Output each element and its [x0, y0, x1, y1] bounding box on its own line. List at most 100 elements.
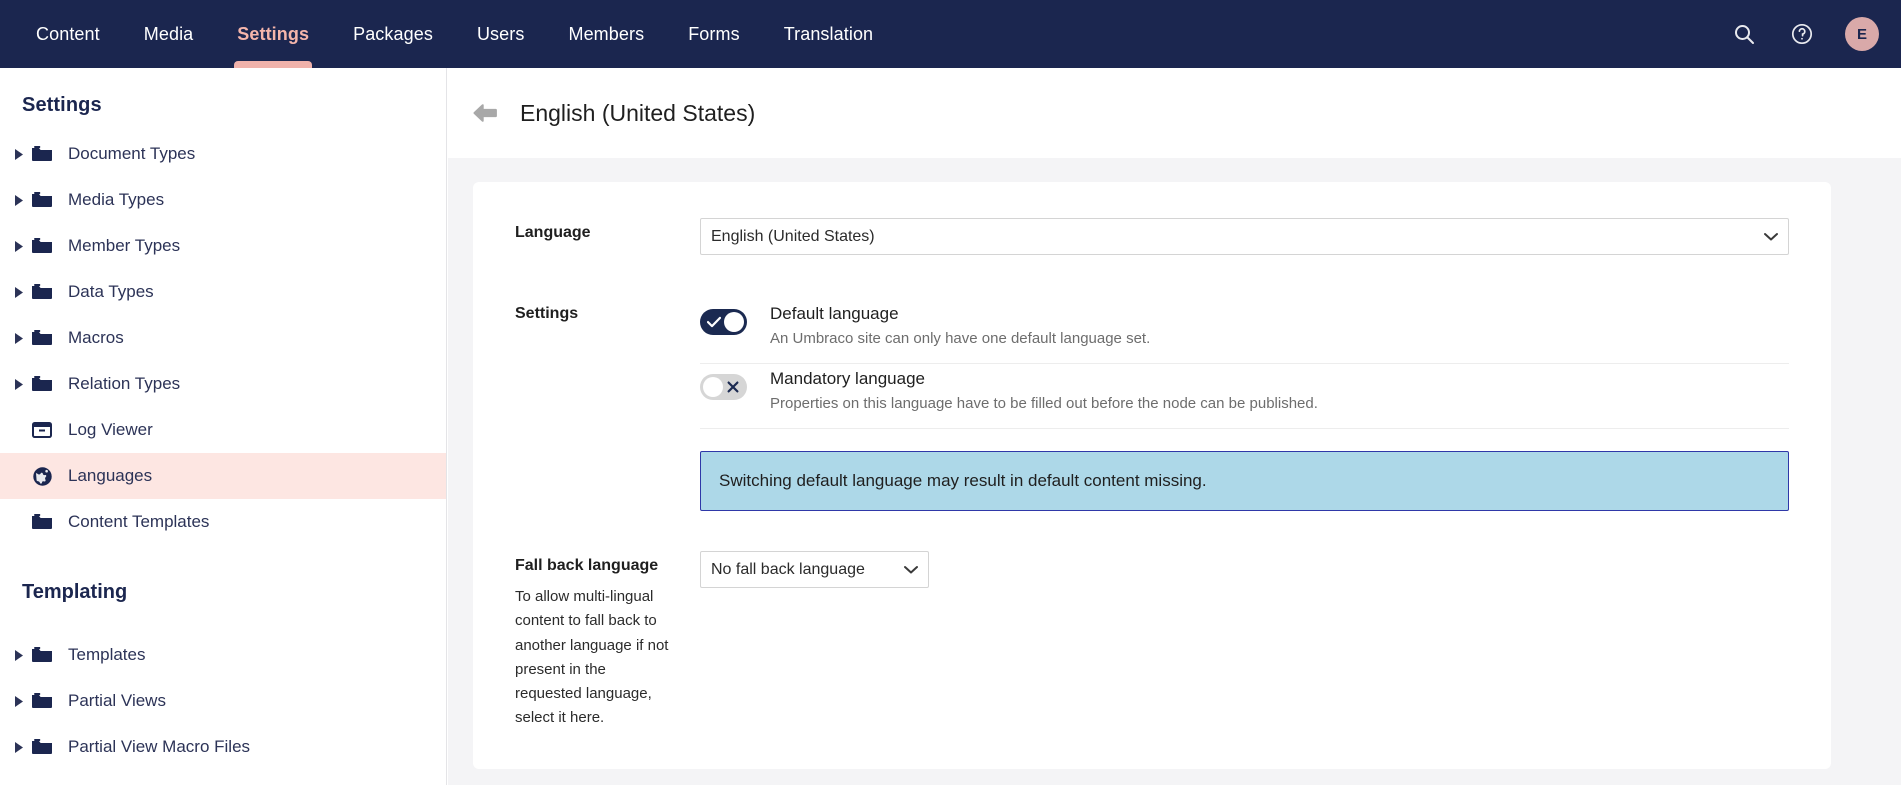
folder-icon — [28, 738, 56, 756]
settings-label-col: Settings — [515, 299, 700, 323]
chevron-right-icon[interactable] — [10, 148, 28, 160]
sidebar-item-templates[interactable]: Templates — [0, 632, 446, 678]
chevron-right-icon[interactable] — [10, 286, 28, 298]
top-navigation-bar: Content Media Settings Packages Users Me… — [0, 0, 1901, 68]
chevron-right-icon[interactable] — [10, 332, 28, 344]
sidebar-item-log-viewer[interactable]: Log Viewer — [0, 407, 446, 453]
nav-item-users[interactable]: Users — [455, 0, 547, 68]
back-arrow-icon[interactable] — [472, 103, 498, 123]
settings-row: Settings Default language An Umbraco sit… — [515, 299, 1789, 511]
mandatory-language-title: Mandatory language — [770, 369, 926, 388]
help-circle-icon[interactable] — [1787, 19, 1817, 49]
mandatory-language-texts: Mandatory language Properties on this la… — [770, 368, 1789, 412]
sidebar-item-content-templates[interactable]: Content Templates — [0, 499, 446, 545]
sidebar-item-media-types[interactable]: Media Types — [0, 177, 446, 223]
log-icon — [28, 421, 56, 439]
sidebar-item-label: Languages — [68, 466, 153, 485]
folder-icon — [28, 237, 56, 255]
nav-label: Content — [36, 23, 100, 44]
sidebar-item-document-types[interactable]: Document Types — [0, 131, 446, 177]
chevron-right-icon[interactable] — [10, 649, 28, 661]
chevron-right-icon[interactable] — [10, 741, 28, 753]
sidebar-item-partial-view-macro-files[interactable]: Partial View Macro Files — [0, 724, 446, 770]
nav-item-media[interactable]: Media — [122, 0, 216, 68]
folder-icon — [28, 191, 56, 209]
mandatory-language-description: Properties on this language have to be f… — [770, 395, 1318, 412]
sidebar-item-data-types[interactable]: Data Types — [0, 269, 446, 315]
language-select-value: English (United States) — [711, 227, 875, 245]
sidebar-item-label: Media Types — [68, 190, 165, 209]
fallback-field-col: No fall back language — [700, 551, 1789, 588]
nav-label: Media — [143, 23, 194, 44]
settings-sidebar: Settings Document Types Media Types Memb… — [0, 68, 447, 785]
nav-item-translation[interactable]: Translation — [762, 0, 895, 68]
default-language-texts: Default language An Umbraco site can onl… — [770, 303, 1789, 347]
sidebar-item-label: Content Templates — [68, 512, 210, 531]
sidebar-item-languages[interactable]: Languages — [0, 453, 446, 499]
sidebar-item-label: Member Types — [68, 236, 181, 255]
nav-label: Users — [476, 23, 525, 44]
sidebar-item-member-types[interactable]: Member Types — [0, 223, 446, 269]
sidebar-item-label: Data Types — [68, 282, 154, 301]
chevron-right-icon[interactable] — [10, 378, 28, 390]
chevron-right-icon[interactable] — [10, 240, 28, 252]
nav-label: Forms — [688, 23, 740, 44]
fallback-language-label: Fall back language — [515, 557, 659, 574]
user-avatar[interactable]: E — [1845, 17, 1879, 51]
sidebar-item-label: Partial Views — [68, 691, 166, 710]
folder-icon — [28, 646, 56, 664]
fallback-language-select[interactable]: No fall back language — [700, 551, 929, 588]
default-language-toggle[interactable] — [700, 309, 747, 335]
globe-icon — [28, 466, 56, 487]
sidebar-item-label: Document Types — [68, 144, 196, 163]
fallback-language-description: To allow multi-lingual content to fall b… — [515, 588, 669, 727]
nav-item-settings[interactable]: Settings — [215, 0, 331, 68]
toggle-item-default-language: Default language An Umbraco site can onl… — [700, 299, 1789, 364]
avatar-initial: E — [1856, 25, 1867, 43]
sidebar-item-label: Log Viewer — [68, 420, 153, 439]
nav-label: Members — [568, 23, 645, 44]
sidebar-group-title-templating: Templating — [22, 581, 128, 603]
language-settings-card: Language English (United States) Setting… — [473, 182, 1831, 769]
settings-toggle-list: Default language An Umbraco site can onl… — [700, 299, 1789, 511]
sidebar-item-label: Macros — [68, 328, 124, 347]
settings-label: Settings — [515, 305, 579, 322]
sidebar-title: Settings — [22, 94, 102, 116]
language-label-col: Language — [515, 218, 700, 242]
sidebar-item-macros[interactable]: Macros — [0, 315, 446, 361]
top-nav-actions: E — [1729, 0, 1901, 68]
chevron-right-icon[interactable] — [10, 194, 28, 206]
default-language-description: An Umbraco site can only have one defaul… — [770, 330, 1151, 347]
content-scroll-region[interactable]: Language English (United States) Setting… — [448, 158, 1901, 785]
toggle-knob — [703, 377, 723, 397]
chevron-down-icon — [904, 565, 918, 574]
close-icon — [727, 381, 739, 393]
sidebar-item-partial-views[interactable]: Partial Views — [0, 678, 446, 724]
toggle-item-mandatory-language: Mandatory language Properties on this la… — [700, 364, 1789, 429]
nav-item-content[interactable]: Content — [14, 0, 122, 68]
language-select[interactable]: English (United States) — [700, 218, 1789, 255]
mandatory-language-toggle-wrap — [700, 368, 770, 400]
sidebar-item-label: Relation Types — [68, 374, 181, 393]
nav-label: Settings — [237, 23, 310, 44]
sidebar-group-spacer — [0, 545, 446, 581]
default-language-title: Default language — [770, 304, 899, 323]
sidebar-item-label: Templates — [68, 645, 146, 664]
fallback-language-row: Fall back language To allow multi-lingua… — [515, 551, 1789, 731]
top-nav-items: Content Media Settings Packages Users Me… — [0, 0, 895, 68]
fallback-label-col: Fall back language To allow multi-lingua… — [515, 551, 700, 731]
folder-icon — [28, 283, 56, 301]
mandatory-language-toggle[interactable] — [700, 374, 747, 400]
nav-item-packages[interactable]: Packages — [331, 0, 455, 68]
folder-icon — [28, 375, 56, 393]
folder-icon — [28, 329, 56, 347]
sidebar-item-relation-types[interactable]: Relation Types — [0, 361, 446, 407]
default-language-toggle-wrap — [700, 303, 770, 335]
nav-item-members[interactable]: Members — [546, 0, 666, 68]
search-icon[interactable] — [1729, 19, 1759, 49]
chevron-down-icon — [1764, 232, 1778, 241]
chevron-right-icon[interactable] — [10, 695, 28, 707]
language-row: Language English (United States) — [515, 218, 1789, 255]
nav-item-forms[interactable]: Forms — [666, 0, 762, 68]
